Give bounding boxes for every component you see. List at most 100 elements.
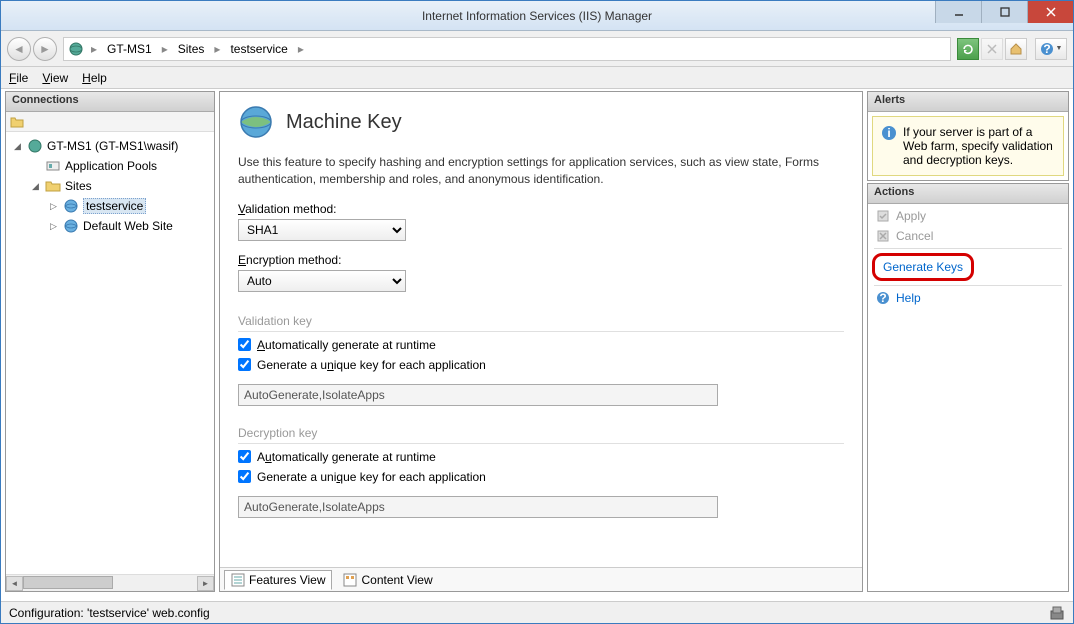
decryption-key-section: Decryption key	[238, 426, 844, 444]
tree-label-apppools: Application Pools	[65, 159, 157, 173]
folder-icon[interactable]	[10, 115, 24, 129]
validation-method-label: Validation method:	[238, 202, 844, 216]
tree-node-server[interactable]: ◢ GT-MS1 (GT-MS1\wasif)	[8, 136, 212, 156]
validation-autogen-checkbox[interactable]	[238, 338, 251, 351]
breadcrumb-sites[interactable]: Sites	[175, 40, 208, 58]
validation-key-section: Validation key	[238, 314, 844, 332]
connections-panel: Connections ◢ GT-MS1 (GT-MS1\wasif) Appl…	[5, 91, 215, 592]
breadcrumb-testservice[interactable]: testservice	[227, 40, 290, 58]
folder-icon	[45, 178, 61, 194]
alert-message: If your server is part of a Web farm, sp…	[903, 125, 1055, 167]
breadcrumb[interactable]: ▸ GT-MS1 ▸ Sites ▸ testservice ▸	[63, 37, 951, 61]
action-apply-label: Apply	[896, 209, 926, 223]
refresh-button[interactable]	[957, 38, 979, 60]
chevron-right-icon: ▸	[88, 42, 100, 56]
menu-file[interactable]: File	[9, 71, 28, 85]
server-icon	[68, 41, 84, 57]
maximize-button[interactable]	[981, 1, 1027, 23]
expand-icon[interactable]: ▷	[48, 201, 59, 212]
status-text: Configuration: 'testservice' web.config	[9, 606, 210, 620]
apppool-icon	[45, 158, 61, 174]
menu-help[interactable]: Help	[82, 71, 107, 85]
view-tabs: Features View Content View	[220, 567, 862, 591]
action-generate-keys[interactable]: Generate Keys	[879, 258, 967, 276]
alert-item: i If your server is part of a Web farm, …	[872, 116, 1064, 176]
svg-text:?: ?	[1043, 42, 1050, 56]
alerts-panel: Alerts i If your server is part of a Web…	[867, 91, 1069, 181]
forward-button[interactable]: ►	[33, 37, 57, 61]
encryption-method-select[interactable]: Auto	[238, 270, 406, 292]
tree-label-sites: Sites	[65, 179, 92, 193]
separator	[874, 285, 1062, 286]
decryption-unique-checkbox[interactable]	[238, 470, 251, 483]
validation-key-input[interactable]	[238, 384, 718, 406]
collapse-icon[interactable]: ◢	[30, 181, 41, 192]
tree-label-defaultsite: Default Web Site	[83, 219, 173, 233]
actions-header: Actions	[868, 184, 1068, 204]
title-bar: Internet Information Services (IIS) Mana…	[1, 1, 1073, 31]
server-icon	[27, 138, 43, 154]
action-apply[interactable]: Apply	[868, 206, 1068, 226]
chevron-right-icon: ▸	[295, 42, 307, 56]
tree-label-server: GT-MS1 (GT-MS1\wasif)	[47, 139, 178, 153]
apply-icon	[876, 209, 890, 223]
globe-icon	[63, 198, 79, 214]
help-icon: ?	[876, 291, 890, 305]
scrollbar-horizontal[interactable]: ◄ ►	[6, 574, 214, 591]
connections-header: Connections	[6, 92, 214, 112]
config-icon	[1049, 605, 1065, 621]
validation-method-select[interactable]: SHA1	[238, 219, 406, 241]
navigation-bar: ◄ ► ▸ GT-MS1 ▸ Sites ▸ testservice ▸ ?▼	[1, 31, 1073, 67]
cancel-icon	[876, 229, 890, 243]
alerts-header: Alerts	[868, 92, 1068, 112]
actions-panel: Actions Apply Cancel Generate Keys	[867, 183, 1069, 592]
close-button[interactable]	[1027, 1, 1073, 23]
globe-icon	[63, 218, 79, 234]
validation-autogen-label: Automatically generate at runtime	[257, 338, 436, 352]
back-button[interactable]: ◄	[7, 37, 31, 61]
status-bar: Configuration: 'testservice' web.config	[1, 601, 1073, 623]
tree-node-testservice[interactable]: ▷ testservice	[8, 196, 212, 216]
scroll-left-button[interactable]: ◄	[6, 576, 23, 591]
menu-view[interactable]: View	[42, 71, 68, 85]
svg-text:i: i	[887, 126, 890, 140]
tree-node-defaultsite[interactable]: ▷ Default Web Site	[8, 216, 212, 236]
connections-toolbar	[6, 112, 214, 132]
page-title: Machine Key	[286, 111, 402, 134]
tab-features-view[interactable]: Features View	[224, 570, 332, 590]
decryption-autogen-label: Automatically generate at runtime	[257, 450, 436, 464]
info-icon: i	[881, 125, 897, 141]
tree-node-apppools[interactable]: Application Pools	[8, 156, 212, 176]
help-dropdown[interactable]: ?▼	[1035, 38, 1067, 60]
page-description: Use this feature to specify hashing and …	[238, 154, 844, 188]
window-controls	[935, 1, 1073, 23]
svg-text:?: ?	[879, 291, 886, 305]
breadcrumb-server[interactable]: GT-MS1	[104, 40, 155, 58]
validation-unique-checkbox[interactable]	[238, 358, 251, 371]
scroll-right-button[interactable]: ►	[197, 576, 214, 591]
validation-unique-label: Generate a unique key for each applicati…	[257, 358, 486, 372]
decryption-unique-label: Generate a unique key for each applicati…	[257, 470, 486, 484]
expand-icon[interactable]: ▷	[48, 221, 59, 232]
collapse-icon[interactable]: ◢	[12, 141, 23, 152]
tab-content-view[interactable]: Content View	[336, 570, 439, 590]
decryption-key-input[interactable]	[238, 496, 718, 518]
scroll-thumb[interactable]	[23, 576, 113, 589]
action-help[interactable]: ? Help	[868, 288, 1068, 308]
decryption-autogen-checkbox[interactable]	[238, 450, 251, 463]
tab-content-label: Content View	[361, 573, 432, 587]
minimize-button[interactable]	[935, 1, 981, 23]
separator	[874, 248, 1062, 249]
window-title: Internet Information Services (IIS) Mana…	[422, 9, 652, 23]
machine-key-icon	[238, 104, 274, 140]
tab-features-label: Features View	[249, 573, 325, 587]
chevron-right-icon: ▸	[211, 42, 223, 56]
home-button[interactable]	[1005, 38, 1027, 60]
action-help-label: Help	[896, 291, 921, 305]
main-panel: Machine Key Use this feature to specify …	[219, 91, 863, 592]
action-cancel-label: Cancel	[896, 229, 933, 243]
action-cancel[interactable]: Cancel	[868, 226, 1068, 246]
tree-node-sites[interactable]: ◢ Sites	[8, 176, 212, 196]
chevron-right-icon: ▸	[159, 42, 171, 56]
stop-button[interactable]	[981, 38, 1003, 60]
